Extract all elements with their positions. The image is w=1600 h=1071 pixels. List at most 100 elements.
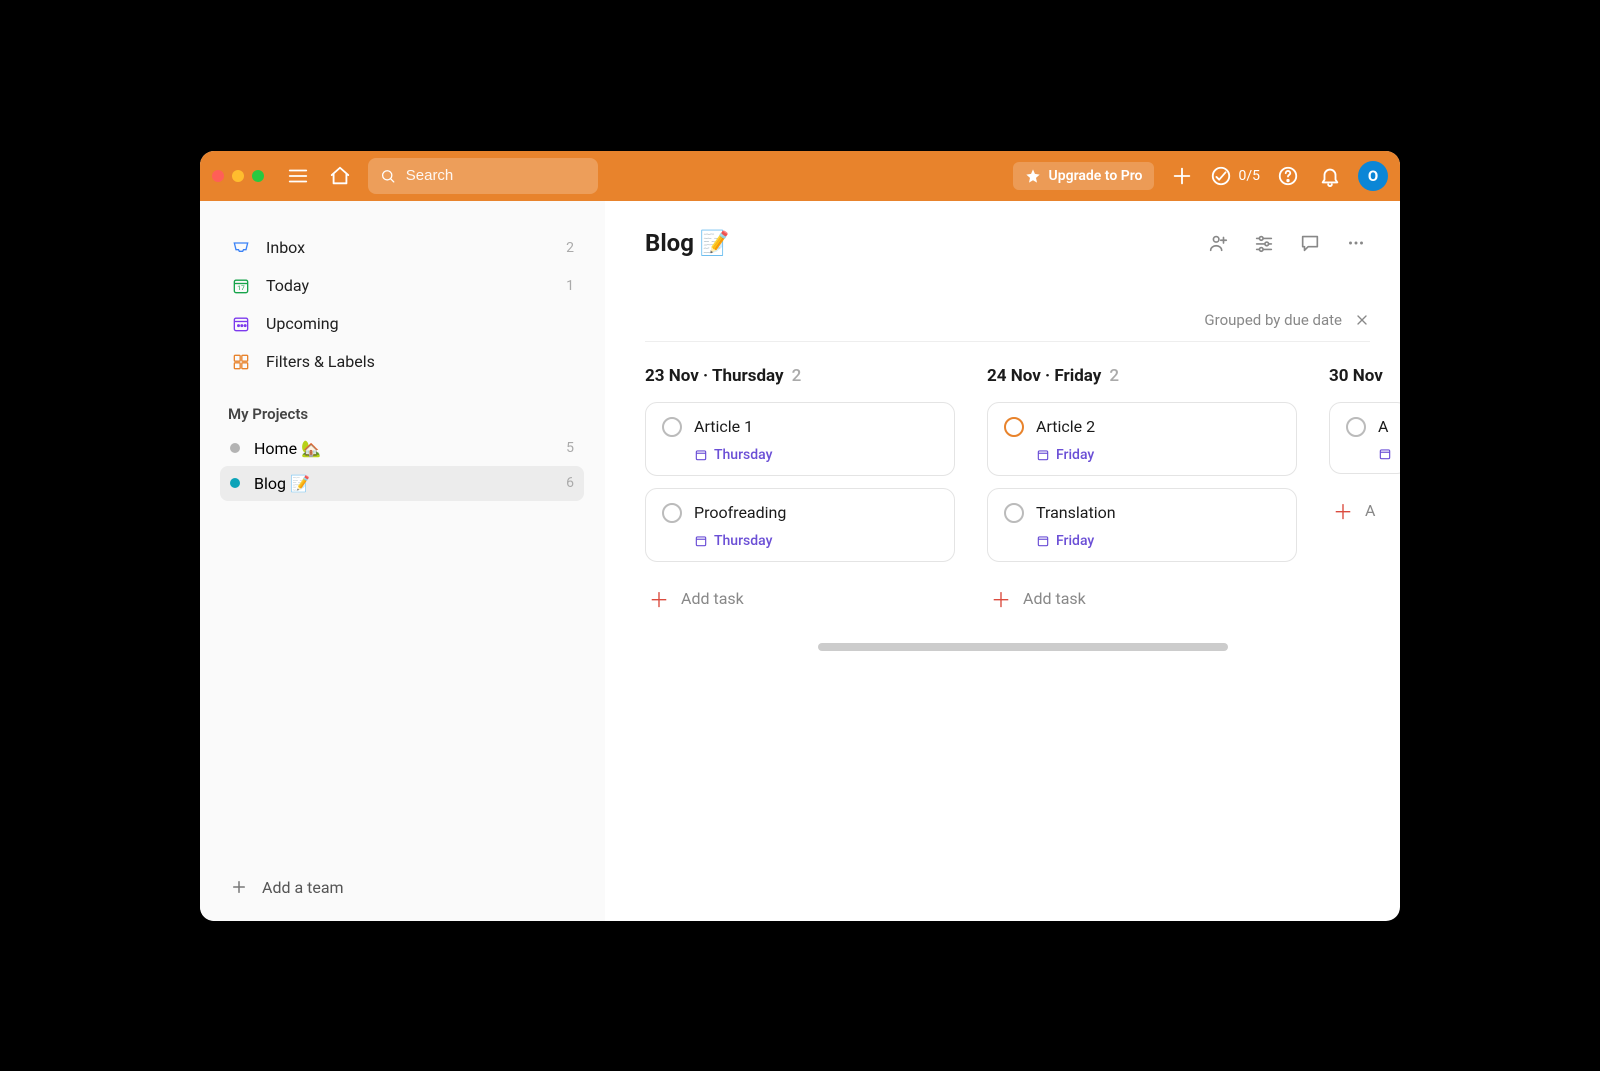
- sidebar-item-count: 2: [566, 240, 574, 256]
- board-column: 23 Nov · Thursday 2 Article 1 Thursday: [645, 366, 955, 623]
- add-task-button[interactable]: ＋ Add task: [645, 574, 955, 623]
- column-count: 2: [792, 366, 802, 386]
- calendar-icon: [694, 448, 708, 462]
- column-heading: 24 Nov · Friday: [987, 366, 1101, 386]
- search-icon: [380, 167, 396, 185]
- calendar-icon: [1036, 534, 1050, 548]
- column-count: 2: [1109, 366, 1119, 386]
- project-item-home[interactable]: Home 🏡 5: [220, 431, 584, 466]
- progress-label: 0/5: [1238, 168, 1260, 184]
- add-team-button[interactable]: Add a team: [220, 868, 584, 907]
- task-card[interactable]: Article 1 Thursday: [645, 402, 955, 476]
- task-title: Translation: [1036, 503, 1116, 522]
- add-task-label: A: [1365, 501, 1375, 520]
- board-column: 24 Nov · Friday 2 Article 2 Friday: [987, 366, 1297, 623]
- task-due: Friday: [1036, 533, 1280, 549]
- project-label: Blog 📝: [254, 474, 310, 493]
- sidebar-item-inbox[interactable]: Inbox 2: [220, 229, 584, 267]
- task-title: Article 2: [1036, 417, 1095, 436]
- today-icon: 17: [230, 275, 252, 297]
- plus-icon: ＋: [1333, 496, 1353, 525]
- sidebar-item-filters[interactable]: Filters & Labels: [220, 343, 584, 381]
- task-card[interactable]: Translation Friday: [987, 488, 1297, 562]
- search-box[interactable]: [368, 158, 598, 194]
- task-checkbox[interactable]: [662, 417, 682, 437]
- project-color-dot: [230, 443, 240, 453]
- avatar-initial: O: [1368, 167, 1378, 185]
- calendar-icon: [1378, 447, 1392, 461]
- inbox-icon: [230, 237, 252, 259]
- task-checkbox[interactable]: [1346, 417, 1366, 437]
- project-item-blog[interactable]: Blog 📝 6: [220, 466, 584, 501]
- project-count: 6: [566, 475, 574, 491]
- filters-icon: [230, 351, 252, 373]
- star-icon: [1025, 168, 1041, 184]
- task-due: Thursday: [694, 447, 938, 463]
- avatar[interactable]: O: [1358, 161, 1388, 191]
- horizontal-scrollbar[interactable]: [818, 643, 1228, 651]
- sidebar-item-today[interactable]: 17 Today 1: [220, 267, 584, 305]
- sidebar-item-count: 1: [566, 278, 574, 294]
- sidebar-item-label: Upcoming: [266, 314, 339, 333]
- productivity-button[interactable]: 0/5: [1210, 165, 1260, 187]
- svg-text:17: 17: [237, 284, 245, 292]
- help-icon[interactable]: [1274, 162, 1302, 190]
- add-task-button[interactable]: ＋ A: [1329, 486, 1400, 535]
- page-title: Blog 📝: [645, 229, 730, 257]
- board-column: 30 Nov A ＋ A: [1329, 366, 1400, 623]
- add-icon[interactable]: [1168, 162, 1196, 190]
- task-checkbox[interactable]: [662, 503, 682, 523]
- task-title: A: [1378, 417, 1388, 436]
- grouped-by-label[interactable]: Grouped by due date: [1204, 311, 1342, 329]
- top-bar: Upgrade to Pro 0/5 O: [200, 151, 1400, 201]
- notifications-icon[interactable]: [1316, 162, 1344, 190]
- sidebar: Inbox 2 17 Today 1 Upcoming Filt: [200, 201, 605, 921]
- app-window: Upgrade to Pro 0/5 O Inbox 2: [200, 151, 1400, 921]
- upcoming-icon: [230, 313, 252, 335]
- share-icon[interactable]: [1204, 229, 1232, 257]
- task-card[interactable]: Article 2 Friday: [987, 402, 1297, 476]
- plus-icon: ＋: [991, 584, 1011, 613]
- sidebar-item-label: Filters & Labels: [266, 352, 375, 371]
- sidebar-item-label: Today: [266, 276, 309, 295]
- window-minimize-button[interactable]: [232, 170, 244, 182]
- calendar-icon: [694, 534, 708, 548]
- calendar-icon: [1036, 448, 1050, 462]
- column-heading: 23 Nov · Thursday: [645, 366, 784, 386]
- view-settings-icon[interactable]: [1250, 229, 1278, 257]
- comments-icon[interactable]: [1296, 229, 1324, 257]
- main-panel: Blog 📝 Grouped by: [605, 201, 1400, 921]
- search-input[interactable]: [406, 167, 586, 184]
- window-close-button[interactable]: [212, 170, 224, 182]
- task-checkbox[interactable]: [1004, 503, 1024, 523]
- add-task-label: Add task: [681, 589, 744, 608]
- projects-heading: My Projects: [228, 405, 584, 423]
- sidebar-item-upcoming[interactable]: Upcoming: [220, 305, 584, 343]
- add-task-label: Add task: [1023, 589, 1086, 608]
- task-card[interactable]: Proofreading Thursday: [645, 488, 955, 562]
- plus-icon: ＋: [649, 584, 669, 613]
- project-label: Home 🏡: [254, 439, 321, 458]
- close-icon[interactable]: [1354, 312, 1370, 328]
- task-due: Friday: [1036, 447, 1280, 463]
- upgrade-button[interactable]: Upgrade to Pro: [1013, 162, 1155, 190]
- window-maximize-button[interactable]: [252, 170, 264, 182]
- project-color-dot: [230, 478, 240, 488]
- menu-icon[interactable]: [284, 162, 312, 190]
- home-icon[interactable]: [326, 162, 354, 190]
- add-task-button[interactable]: ＋ Add task: [987, 574, 1297, 623]
- window-controls: [212, 170, 264, 182]
- progress-icon: [1210, 165, 1232, 187]
- board: 23 Nov · Thursday 2 Article 1 Thursday: [645, 342, 1400, 643]
- task-title: Proofreading: [694, 503, 786, 522]
- task-card[interactable]: A: [1329, 402, 1400, 474]
- add-team-label: Add a team: [262, 878, 344, 897]
- plus-icon: [230, 878, 248, 896]
- task-checkbox[interactable]: [1004, 417, 1024, 437]
- task-title: Article 1: [694, 417, 753, 436]
- project-count: 5: [566, 440, 574, 456]
- sidebar-item-label: Inbox: [266, 238, 305, 257]
- task-due: Thursday: [694, 533, 938, 549]
- task-due: [1378, 447, 1392, 461]
- more-icon[interactable]: [1342, 229, 1370, 257]
